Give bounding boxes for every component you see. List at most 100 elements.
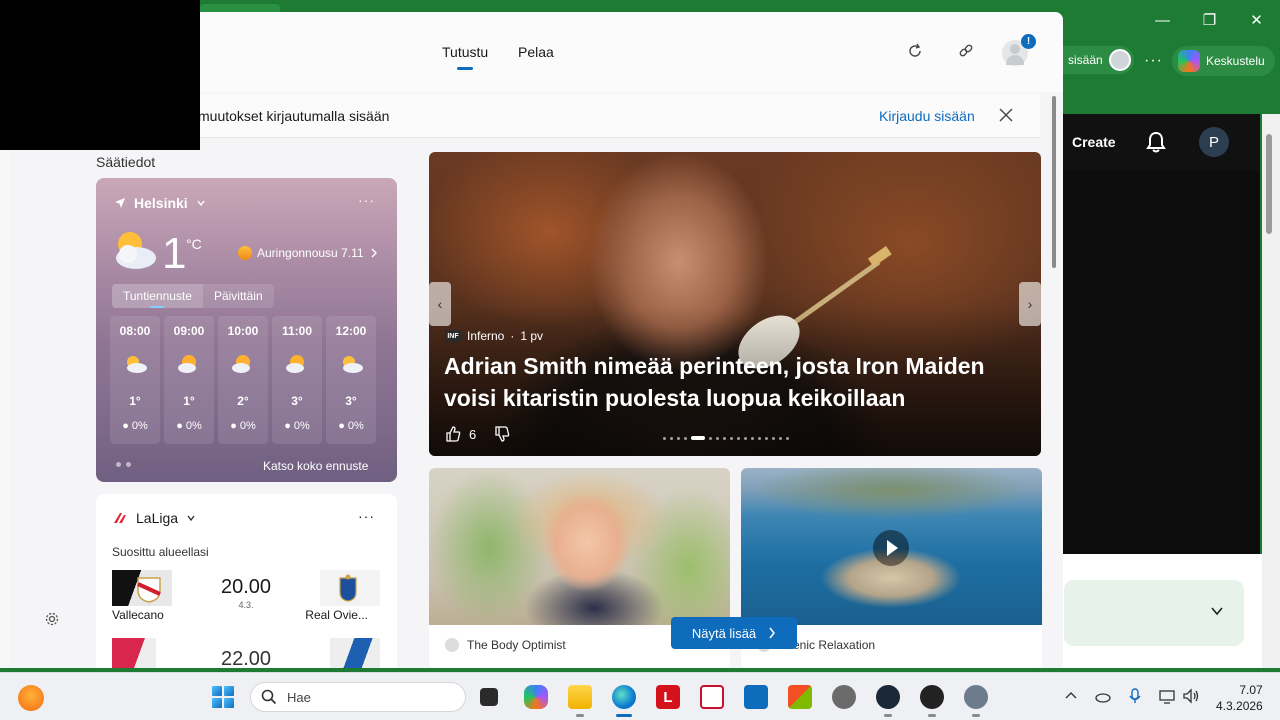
forecast-hour[interactable]: 09:00 1° ● 0% bbox=[164, 316, 214, 444]
carousel-dot[interactable] bbox=[684, 436, 687, 440]
full-forecast-link[interactable]: Katso koko ennuste bbox=[263, 459, 368, 473]
close-icon[interactable] bbox=[998, 107, 1014, 123]
reaction-bar: 6 bbox=[445, 426, 510, 442]
hero-headline[interactable]: Adrian Smith nimeää perinteen, josta Iro… bbox=[444, 350, 1014, 414]
location-arrow-icon bbox=[115, 198, 125, 208]
carousel-dot[interactable] bbox=[737, 436, 740, 440]
hero-separator: · bbox=[510, 329, 515, 343]
tab-hourly[interactable]: Tuntiennuste bbox=[112, 284, 203, 308]
edge-browser-icon[interactable] bbox=[612, 685, 636, 717]
browser-more-icon[interactable]: ··· bbox=[1144, 52, 1163, 70]
carousel-dot[interactable] bbox=[779, 436, 782, 440]
carousel-dot[interactable] bbox=[663, 436, 666, 440]
show-more-button[interactable]: Näytä lisää bbox=[671, 617, 797, 649]
l-app-icon[interactable]: L bbox=[656, 685, 680, 709]
taskbar-search[interactable]: Hae bbox=[250, 682, 466, 712]
signin-banner-text: muutokset kirjautumalla sisään bbox=[198, 108, 390, 124]
carousel-dot[interactable] bbox=[723, 436, 726, 440]
signin-link[interactable]: Kirjaudu sisään bbox=[879, 108, 975, 124]
copilot-chat-button[interactable]: Keskustelu bbox=[1172, 46, 1275, 76]
minimize-button[interactable]: — bbox=[1139, 4, 1186, 36]
weather-location[interactable]: Helsinki bbox=[114, 195, 206, 211]
carousel-dot[interactable] bbox=[730, 436, 733, 440]
background-scrollbar[interactable] bbox=[1262, 114, 1280, 668]
volume-icon[interactable] bbox=[1182, 687, 1200, 705]
start-button[interactable] bbox=[212, 686, 234, 708]
taskbar-clock[interactable]: 7.07 4.3.2026 bbox=[1216, 682, 1263, 714]
carousel-dot[interactable] bbox=[716, 436, 719, 440]
cloud-sync-icon[interactable] bbox=[1094, 687, 1112, 705]
create-button[interactable]: Create bbox=[1072, 134, 1116, 150]
copilot-icon[interactable] bbox=[524, 685, 548, 709]
restore-button[interactable]: ❐ bbox=[1186, 4, 1233, 36]
game-app-icon[interactable] bbox=[832, 685, 856, 709]
forecast-hour[interactable]: 11:00 3° ● 0% bbox=[272, 316, 322, 444]
settings-icon[interactable] bbox=[964, 685, 988, 717]
chevron-up-icon[interactable] bbox=[1062, 687, 1080, 705]
forecast-precip: ● 0% bbox=[338, 420, 364, 432]
laliga-title[interactable]: LaLiga bbox=[112, 510, 196, 526]
sunrise-info[interactable]: Auringonnousu 7.11 bbox=[238, 246, 379, 260]
forecast-precip: ● 0% bbox=[284, 420, 310, 432]
user-avatar[interactable]: P bbox=[1199, 127, 1229, 157]
weather-more-icon[interactable]: ··· bbox=[358, 192, 375, 208]
file-explorer-icon[interactable] bbox=[568, 685, 592, 717]
microphone-icon[interactable] bbox=[1126, 687, 1144, 705]
carousel-dot[interactable] bbox=[670, 436, 673, 440]
outlook-icon[interactable] bbox=[744, 685, 768, 709]
media-app-icon[interactable] bbox=[920, 685, 944, 717]
play-icon[interactable] bbox=[873, 530, 909, 566]
hero-source[interactable]: INF Inferno · 1 pv bbox=[445, 329, 543, 343]
panel-scrollbar[interactable] bbox=[1047, 94, 1063, 668]
carousel-indicator bbox=[663, 436, 789, 440]
microsoft-store-icon[interactable] bbox=[788, 685, 812, 709]
forecast-hour[interactable]: 12:00 3° ● 0% bbox=[326, 316, 376, 444]
match-row[interactable]: 22.00 bbox=[112, 638, 380, 668]
carousel-dot[interactable] bbox=[751, 436, 754, 440]
carousel-prev-button[interactable]: ‹ bbox=[429, 282, 451, 326]
carousel-dot[interactable] bbox=[677, 436, 680, 440]
task-view-icon[interactable] bbox=[480, 688, 498, 706]
network-icon[interactable] bbox=[1158, 687, 1176, 705]
carousel-dot[interactable] bbox=[744, 436, 747, 440]
match-row[interactable]: 20.00 4.3. Vallecano Real Ovie... bbox=[112, 570, 380, 626]
steam-icon[interactable] bbox=[876, 685, 900, 717]
laliga-more-icon[interactable]: ··· bbox=[358, 508, 375, 524]
tab-tutustu[interactable]: Tutustu bbox=[442, 44, 488, 60]
source-icon bbox=[445, 638, 459, 652]
link-icon[interactable] bbox=[957, 42, 975, 60]
thumbs-down-icon[interactable] bbox=[494, 426, 510, 442]
bell-icon[interactable] bbox=[1146, 131, 1166, 153]
gear-icon[interactable] bbox=[44, 611, 60, 627]
carousel-dot[interactable] bbox=[786, 436, 789, 440]
scrollbar-thumb[interactable] bbox=[1266, 134, 1272, 234]
chevron-down-icon[interactable] bbox=[1210, 604, 1224, 618]
match-time: 22.00 bbox=[220, 648, 272, 668]
carousel-dot[interactable] bbox=[758, 436, 761, 440]
copilot-chat-label: Keskustelu bbox=[1206, 54, 1265, 68]
tab-pelaa[interactable]: Pelaa bbox=[518, 44, 554, 60]
carousel-dot-active[interactable] bbox=[691, 436, 705, 440]
partly-sunny-icon bbox=[178, 355, 196, 373]
laliga-card[interactable]: LaLiga ··· Suosittu alueellasi 20.00 4.3… bbox=[96, 494, 397, 668]
refresh-icon[interactable] bbox=[906, 42, 924, 60]
close-window-button[interactable]: ✕ bbox=[1233, 4, 1280, 36]
carousel-next-button[interactable]: › bbox=[1019, 282, 1041, 326]
thumbs-up-icon[interactable] bbox=[445, 426, 461, 442]
browser-signin-button[interactable]: sisään bbox=[1062, 46, 1134, 74]
mcafee-icon[interactable] bbox=[700, 685, 724, 709]
panel-scrollbar-thumb[interactable] bbox=[1052, 96, 1056, 268]
taskbar-weather-icon[interactable] bbox=[18, 685, 44, 711]
weather-card[interactable]: Helsinki ··· 1 °C Auringonnousu 7.11 Tun… bbox=[96, 178, 397, 482]
carousel-dot[interactable] bbox=[772, 436, 775, 440]
carousel-dot[interactable] bbox=[709, 436, 712, 440]
tab-daily[interactable]: Päivittäin bbox=[202, 284, 274, 308]
windows-logo-pane bbox=[224, 698, 234, 708]
forecast-time: 12:00 bbox=[335, 324, 367, 338]
background-browser-tab[interactable] bbox=[200, 4, 280, 12]
forecast-hour[interactable]: 08:00 1° ● 0% bbox=[110, 316, 160, 444]
forecast-hour[interactable]: 10:00 2° ● 0% bbox=[218, 316, 268, 444]
hero-news-card[interactable]: ‹ › INF Inferno · 1 pv Adrian Smith nime… bbox=[429, 152, 1041, 456]
partly-sunny-icon bbox=[232, 355, 250, 373]
carousel-dot[interactable] bbox=[765, 436, 768, 440]
